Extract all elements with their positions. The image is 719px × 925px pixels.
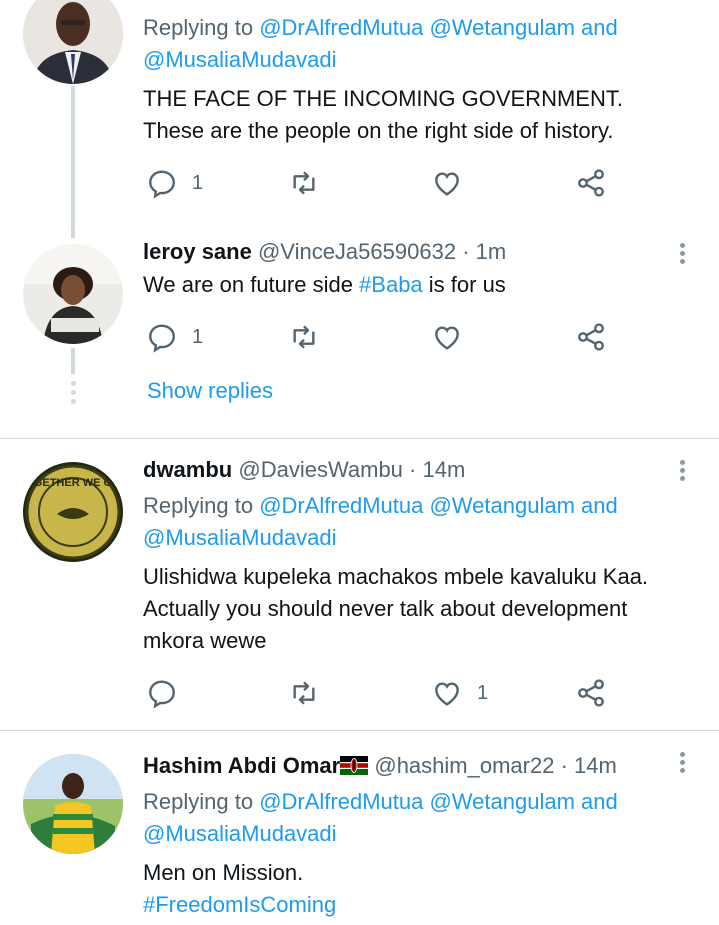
user-handle[interactable]: @DaviesWambu xyxy=(238,457,403,482)
like-icon xyxy=(435,682,459,706)
like-icon xyxy=(435,326,459,350)
retweet-icon xyxy=(293,171,315,195)
reply-context: Replying to @DrAlfredMutua @Wetangulam a… xyxy=(143,15,618,40)
kenya-flag-icon xyxy=(340,756,369,775)
retweet-icon xyxy=(293,681,315,705)
user-name[interactable]: leroy sane xyxy=(143,239,252,264)
tweet-3[interactable]: TOGETHER WE CAN dwambu @DaviesWambu · 14… xyxy=(0,439,719,730)
reply-count: 1 xyxy=(192,325,204,348)
like-count: 1 xyxy=(477,681,489,704)
share-icon xyxy=(578,323,604,351)
timestamp[interactable]: · 14m xyxy=(561,753,617,778)
mention-link[interactable]: @DrAlfredMutua @Wetangulam and xyxy=(259,15,618,40)
tweet-header: Hashim Abdi Omar @hashim_omar22 · 14m xyxy=(143,750,617,782)
timestamp[interactable]: · 1m xyxy=(462,239,506,264)
mention-link[interactable]: @DrAlfredMutua @Wetangulam and xyxy=(259,789,618,814)
tweet-header: leroy sane @VinceJa56590632 · 1m xyxy=(143,236,506,268)
tweet-text-line: Men on Mission. xyxy=(143,860,304,885)
like-icon xyxy=(435,172,459,196)
share-button[interactable] xyxy=(575,163,607,203)
tweet-1[interactable]: Replying to @DrAlfredMutua @Wetangulam a… xyxy=(0,0,719,240)
reply-context: Replying to @DrAlfredMutua @Wetangulam a… xyxy=(143,493,618,518)
retweet-button[interactable] xyxy=(288,163,320,203)
tweet-actions: 1 xyxy=(0,163,719,203)
user-name[interactable]: Hashim Abdi Omar xyxy=(143,753,340,778)
share-button[interactable] xyxy=(575,317,607,357)
more-options-button[interactable] xyxy=(672,240,692,270)
retweet-icon xyxy=(293,325,315,349)
avatar[interactable] xyxy=(23,0,123,84)
thread-continuation-dots xyxy=(68,381,78,408)
user-handle[interactable]: @VinceJa56590632 xyxy=(258,239,456,264)
thread-line xyxy=(71,86,75,238)
avatar[interactable]: TOGETHER WE CAN xyxy=(23,462,123,562)
reply-context: Replying to @DrAlfredMutua @Wetangulam a… xyxy=(143,789,618,814)
hashtag-link[interactable]: #FreedomIsComing xyxy=(143,889,336,921)
user-handle[interactable]: @hashim_omar22 xyxy=(374,753,554,778)
reply-count: 1 xyxy=(192,171,204,194)
more-options-button[interactable] xyxy=(672,749,692,779)
like-button[interactable] xyxy=(431,317,463,357)
mention-link[interactable]: @MusaliaMudavadi xyxy=(143,818,337,850)
tweet-header: dwambu @DaviesWambu · 14m xyxy=(143,454,465,486)
like-button[interactable]: 1 xyxy=(431,673,488,713)
tweet-2[interactable]: leroy sane @VinceJa56590632 · 1m We are … xyxy=(0,239,719,438)
reply-icon xyxy=(149,680,175,709)
more-options-button[interactable] xyxy=(672,457,692,487)
tweet-text-line: Actually you should never talk about dev… xyxy=(143,596,628,621)
show-replies-link[interactable]: Show replies xyxy=(147,378,273,404)
reply-icon xyxy=(149,170,175,199)
timestamp[interactable]: · 14m xyxy=(409,457,465,482)
tweet-text-line: Ulishidwa kupeleka machakos mbele kavalu… xyxy=(143,564,649,589)
mention-link[interactable]: @DrAlfredMutua @Wetangulam and xyxy=(259,493,618,518)
share-icon xyxy=(578,169,604,197)
retweet-button[interactable] xyxy=(288,317,320,357)
mention-link[interactable]: @MusaliaMudavadi xyxy=(143,522,337,554)
mention-link[interactable]: @MusaliaMudavadi xyxy=(143,44,337,76)
tweet-text-line: These are the people on the right side o… xyxy=(143,118,614,143)
tweet-text-line: THE FACE OF THE INCOMING GOVERNMENT. xyxy=(143,86,623,111)
reply-button[interactable] xyxy=(146,673,178,713)
share-icon xyxy=(578,679,604,707)
tweet-text: We are on future side #Baba is for us xyxy=(143,272,506,297)
tweet-4[interactable]: Hashim Abdi Omar @hashim_omar22 · 14m Re… xyxy=(0,731,719,925)
reply-button[interactable]: 1 xyxy=(146,163,203,203)
tweet-actions: 1 xyxy=(0,317,719,357)
hashtag-link[interactable]: #Baba xyxy=(359,272,423,297)
tweet-actions: 1 xyxy=(0,673,719,713)
reply-button[interactable]: 1 xyxy=(146,317,203,357)
svg-text:TOGETHER WE CAN: TOGETHER WE CAN xyxy=(23,477,123,489)
retweet-button[interactable] xyxy=(288,673,320,713)
share-button[interactable] xyxy=(575,673,607,713)
tweet-text-line: mkora wewe xyxy=(143,628,267,653)
reply-icon xyxy=(149,324,175,353)
like-button[interactable] xyxy=(431,163,463,203)
user-name[interactable]: dwambu xyxy=(143,457,232,482)
avatar[interactable] xyxy=(23,754,123,854)
